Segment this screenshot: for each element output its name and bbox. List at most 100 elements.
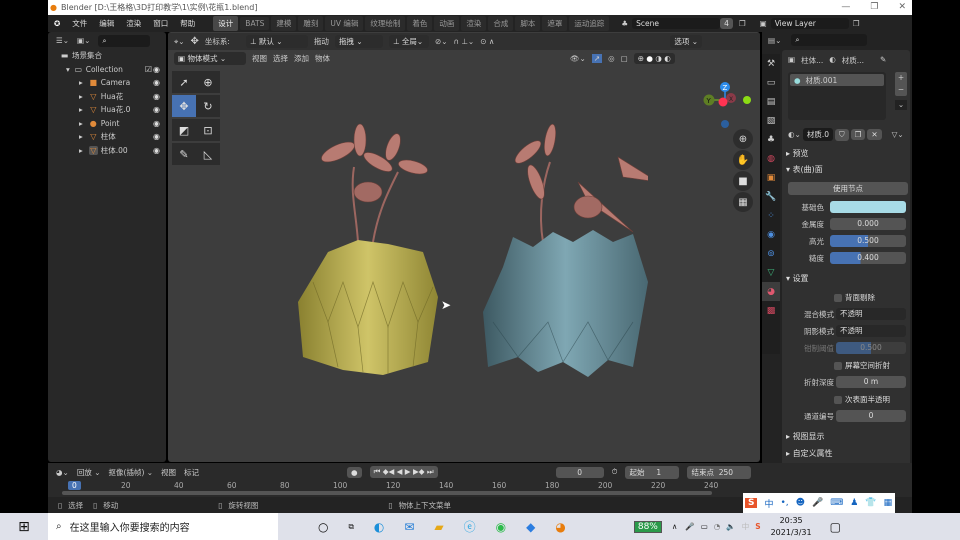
camera-view-icon[interactable]: ■ xyxy=(733,171,753,191)
tab-sculpting[interactable]: 雕刻 xyxy=(298,16,324,31)
subsurface-translucency-checkbox[interactable]: 次表面半透明 xyxy=(834,394,890,405)
zoom-icon[interactable]: ⊕ xyxy=(733,129,753,149)
transform-orientation-icon[interactable]: ⌖⌄ xyxy=(174,37,185,47)
skin-icon[interactable]: 👕 xyxy=(865,498,876,508)
proportional-edit-icon[interactable]: ⊙ ∧ xyxy=(480,37,494,46)
tab-scripting[interactable]: 脚本 xyxy=(515,16,541,31)
end-frame-field[interactable]: 结束点 250 xyxy=(687,465,752,479)
expand-icon[interactable]: ▸ xyxy=(79,119,83,128)
minimize-button[interactable]: — xyxy=(841,2,850,12)
cursor-tool-icon[interactable]: ⊕ xyxy=(196,71,220,93)
checkbox-icon[interactable]: ☑ xyxy=(145,65,152,74)
edge-icon[interactable]: ◐ xyxy=(374,520,384,534)
snap-icon[interactable]: ⊘⌄ xyxy=(435,37,448,46)
tab-rendering[interactable]: 渲染 xyxy=(461,16,487,31)
notification-icon[interactable]: ▢ xyxy=(830,520,841,534)
move-tool-icon[interactable]: ✥ xyxy=(172,95,196,117)
timeline[interactable]: ◕⌄ 回放 ⌄ 抠像(插帧) ⌄ 视图 标记 ● ⏮ ◆◀ ◀ ▶ ▶◆ ⏭ 0… xyxy=(48,463,912,497)
menu-help[interactable]: 帮助 xyxy=(174,18,201,29)
menu-view[interactable]: 视图 xyxy=(161,467,176,478)
outliner-item-cylinder[interactable]: ▸ ▽ 柱体 ◉ xyxy=(48,130,166,144)
roughness-slider[interactable]: 0.400 xyxy=(830,252,906,264)
pivot-dropdown[interactable]: ⊥ 全局⌄ xyxy=(388,35,429,48)
outliner-search-input[interactable]: ⌕ xyxy=(98,34,151,47)
outliner-item-point[interactable]: ▸ ● Point ◉ xyxy=(48,117,166,131)
output-tab-icon[interactable]: ▤ xyxy=(762,92,780,111)
material-tab-icon[interactable]: ◕ xyxy=(762,282,780,301)
record-button[interactable]: ● xyxy=(347,466,362,478)
data-tab-icon[interactable]: ▽ xyxy=(762,263,780,282)
ortho-grid-icon[interactable]: ▦ xyxy=(733,192,753,212)
tab-layout[interactable]: 设计 xyxy=(213,16,239,31)
menu-edit[interactable]: 编辑 xyxy=(93,18,120,29)
section-custom-properties[interactable]: ▸ 自定义属性 xyxy=(786,448,833,459)
properties-search-input[interactable]: ⌕ xyxy=(791,34,868,46)
scene-name-field[interactable]: Scene xyxy=(632,18,721,29)
measure-tool-icon[interactable]: ◺ xyxy=(196,143,220,165)
view-layer-tab-icon[interactable]: ▧ xyxy=(762,111,780,130)
close-button[interactable]: ✕ xyxy=(898,2,906,12)
emoji-icon[interactable]: ☻ xyxy=(796,498,805,508)
metallic-field[interactable]: 0.000 xyxy=(830,218,906,230)
view-layer-icon[interactable]: ▣ xyxy=(760,19,767,28)
shading-modes[interactable]: ⊕ ● ◑ ◐ xyxy=(633,53,675,64)
toolbox-icon[interactable]: ▦ xyxy=(884,498,893,508)
user-icon[interactable]: ♟ xyxy=(850,498,858,508)
menu-view[interactable]: 视图 xyxy=(252,53,267,64)
tab-motion-tracking[interactable]: 运动追踪 xyxy=(569,16,610,31)
playback-controls[interactable]: ⏮ ◆◀ ◀ ▶ ▶◆ ⏭ xyxy=(369,466,438,478)
task-view-icon[interactable]: ⧉ xyxy=(348,522,353,532)
slot-add-remove[interactable]: + − xyxy=(895,72,907,96)
display-mode-icon[interactable]: ☰⌄ xyxy=(56,36,69,45)
move-gizmo-icon[interactable]: ✥ xyxy=(191,36,199,47)
battery-icon[interactable]: ▭ xyxy=(701,522,708,531)
options-dropdown[interactable]: 选项 ⌄ xyxy=(670,35,703,48)
outliner-scene-collection[interactable]: ▬ 场景集合 xyxy=(48,49,166,63)
eye-icon[interactable]: ◉ xyxy=(153,92,160,101)
start-frame-field[interactable]: 起始 1 xyxy=(625,465,680,479)
world-tab-icon[interactable]: ◍ xyxy=(762,149,780,168)
rotate-tool-icon[interactable]: ↻ xyxy=(196,95,220,117)
use-nodes-button[interactable]: 使用节点 xyxy=(788,182,908,195)
expand-icon[interactable]: ▸ xyxy=(79,132,83,141)
sogou-tray-icon[interactable]: S xyxy=(755,522,760,531)
eye-icon[interactable]: ◉ xyxy=(153,105,160,114)
menu-file[interactable]: 文件 xyxy=(66,18,93,29)
expand-icon[interactable]: ▾ xyxy=(66,65,70,74)
view-layer-copy-icon[interactable]: ❐ xyxy=(853,19,860,28)
browse-material-icon[interactable]: ◐⌄ xyxy=(788,130,801,139)
filter-icon[interactable]: ▣⌄ xyxy=(77,36,90,45)
snapping-icon[interactable]: ∩ ⊥⌄ xyxy=(454,37,475,46)
expand-icon[interactable]: ▸ xyxy=(79,92,83,101)
material-slot-item[interactable]: ● 材质.001 xyxy=(790,74,884,86)
scene-tab-icon[interactable]: ♣ xyxy=(762,130,780,149)
outliner-item-hua[interactable]: ▸ ▽ Hua花 ◉ xyxy=(48,90,166,104)
punctuation-icon[interactable]: •, xyxy=(781,498,789,508)
eye-icon[interactable]: ◉ xyxy=(153,78,160,87)
drag-dropdown[interactable]: 拖拽 ⌄ xyxy=(334,35,383,48)
expand-icon[interactable]: ▸ xyxy=(79,146,83,155)
tab-modeling[interactable]: 建模 xyxy=(271,16,297,31)
microphone-icon[interactable]: 🎤 xyxy=(685,522,694,531)
gizmo-toggle-icon[interactable]: ↗ xyxy=(591,54,603,63)
material-slot-list[interactable]: ● 材质.001 xyxy=(788,72,886,120)
backface-culling-checkbox[interactable]: 背面剔除 xyxy=(834,292,875,303)
sogou-ime-toolbar[interactable]: S 中 •, ☻ 🎤 ⌨ ♟ 👕 ▦ xyxy=(743,493,895,513)
tray-chevron-icon[interactable]: ∧ xyxy=(672,522,678,531)
base-color-swatch[interactable] xyxy=(830,201,906,213)
playback-menu[interactable]: 回放 ⌄ xyxy=(77,467,101,478)
ime-language-toggle[interactable]: 中 xyxy=(764,497,773,510)
keyboard-icon[interactable]: ⌨ xyxy=(830,498,843,508)
object-tab-icon[interactable]: ▣ xyxy=(762,168,780,187)
tab-texture-paint[interactable]: 纹理绘制 xyxy=(365,16,406,31)
menu-marker[interactable]: 标记 xyxy=(184,467,199,478)
tab-shading[interactable]: 着色 xyxy=(407,16,433,31)
scene-copy-icon[interactable]: ❐ xyxy=(739,19,746,28)
material-name-field[interactable]: 材质.0 xyxy=(802,128,833,141)
mail-icon[interactable]: ✉ xyxy=(404,520,414,534)
eye-icon[interactable]: ◉ xyxy=(153,65,160,74)
menu-add[interactable]: 添加 xyxy=(294,53,309,64)
maximize-button[interactable]: ❐ xyxy=(870,2,878,12)
eye-icon[interactable]: ◉ xyxy=(153,132,160,141)
physics-tab-icon[interactable]: ◉ xyxy=(762,225,780,244)
